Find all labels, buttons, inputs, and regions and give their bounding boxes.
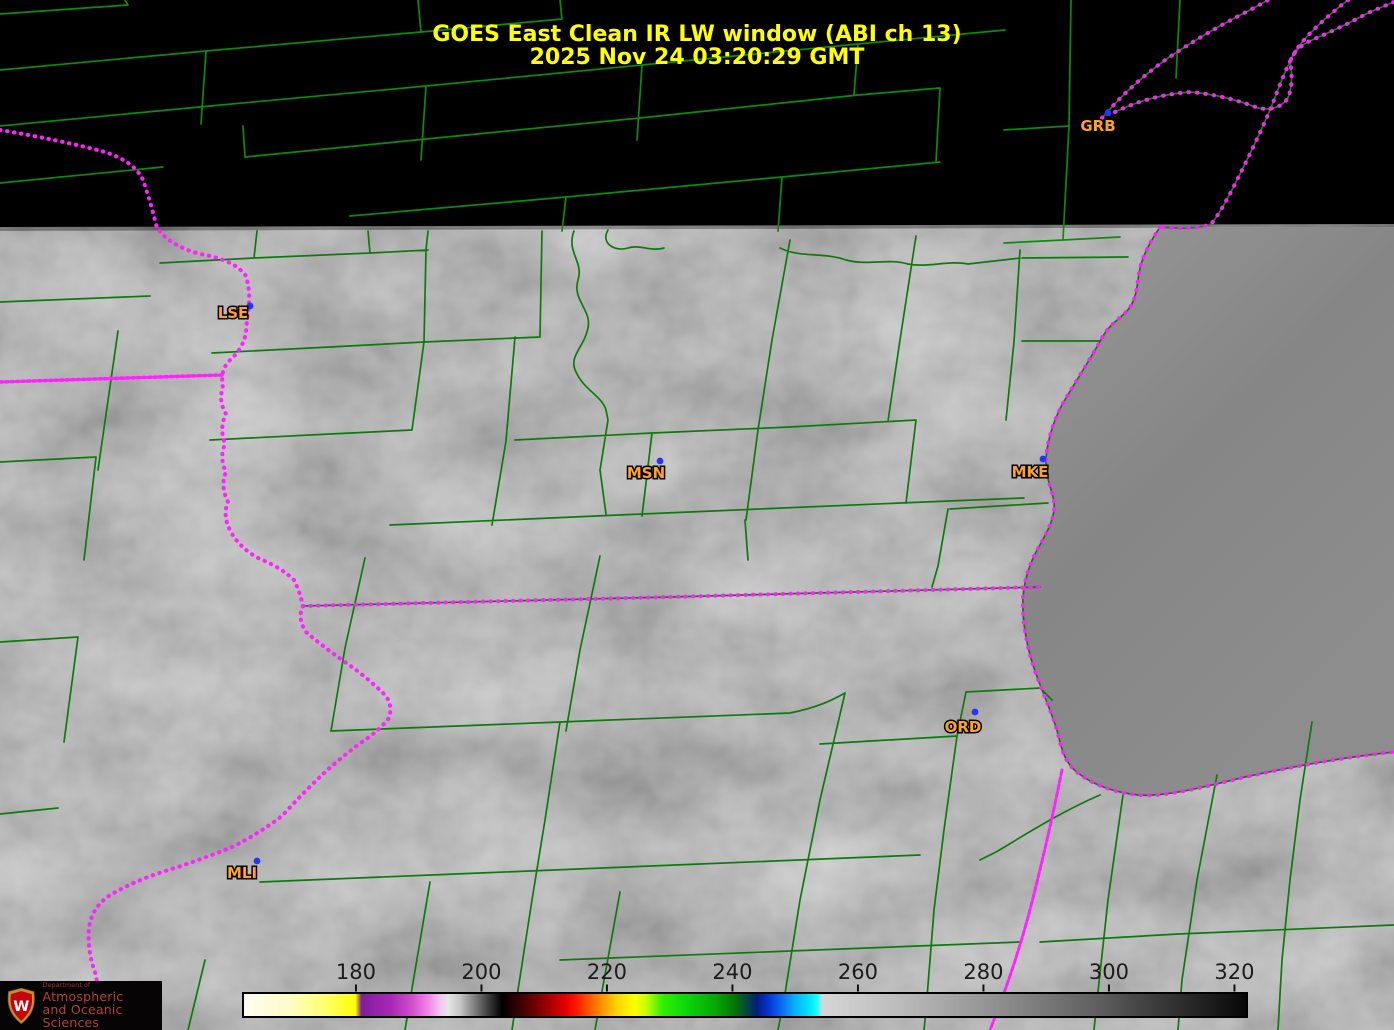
product-timestamp: 2025 Nov 24 03:20:29 GMT bbox=[530, 45, 865, 70]
colorbar-tick-label-280: 280 bbox=[963, 960, 1003, 984]
colorbar-tick-label-200: 200 bbox=[461, 960, 501, 984]
uw-crest-icon: W bbox=[6, 984, 37, 1028]
satellite-map: GRB LSE MSN MKE ORD MLI GOES East Clean IR LW… bbox=[0, 0, 1394, 1030]
station-label-grb: GRB bbox=[1080, 117, 1115, 135]
station-label-msn: MSN bbox=[627, 464, 665, 482]
aos-dept-line: Department of bbox=[43, 982, 162, 989]
goes-ir-satellite-view: GRB LSE MSN MKE ORD MLI GOES East Clean IR LW… bbox=[0, 0, 1394, 1030]
colorbar-tick-label-260: 260 bbox=[838, 960, 878, 984]
colorbar-tick-label-320: 320 bbox=[1214, 960, 1254, 984]
colorbar-tick-label-240: 240 bbox=[712, 960, 752, 984]
station-marker-lse: LSE bbox=[218, 303, 254, 322]
colorbar-tick-label-180: 180 bbox=[336, 960, 376, 984]
colorbar-tick-label-300: 300 bbox=[1089, 960, 1129, 984]
uw-aos-logo: W Department of Atmospheric and Oceanic … bbox=[0, 981, 162, 1030]
station-label-ord: ORD bbox=[945, 718, 982, 736]
colorbar-tick-label-220: 220 bbox=[587, 960, 627, 984]
station-dot-mke bbox=[1040, 456, 1047, 463]
aos-name-line2: and Oceanic Sciences bbox=[43, 1003, 162, 1029]
aos-logo-text: Department of Atmospheric and Oceanic Sc… bbox=[43, 982, 162, 1029]
aos-name-line1: Atmospheric bbox=[43, 990, 162, 1003]
station-dot-grb bbox=[1105, 110, 1112, 117]
station-label-lse: LSE bbox=[218, 304, 249, 322]
crest-letter: W bbox=[13, 999, 29, 1015]
station-label-mli: MLI bbox=[227, 864, 257, 882]
product-title: GOES East Clean IR LW window (ABI ch 13) bbox=[432, 22, 961, 47]
station-dot-ord bbox=[972, 709, 979, 716]
station-label-mke: MKE bbox=[1012, 463, 1049, 481]
colorbar-bar bbox=[243, 993, 1247, 1017]
